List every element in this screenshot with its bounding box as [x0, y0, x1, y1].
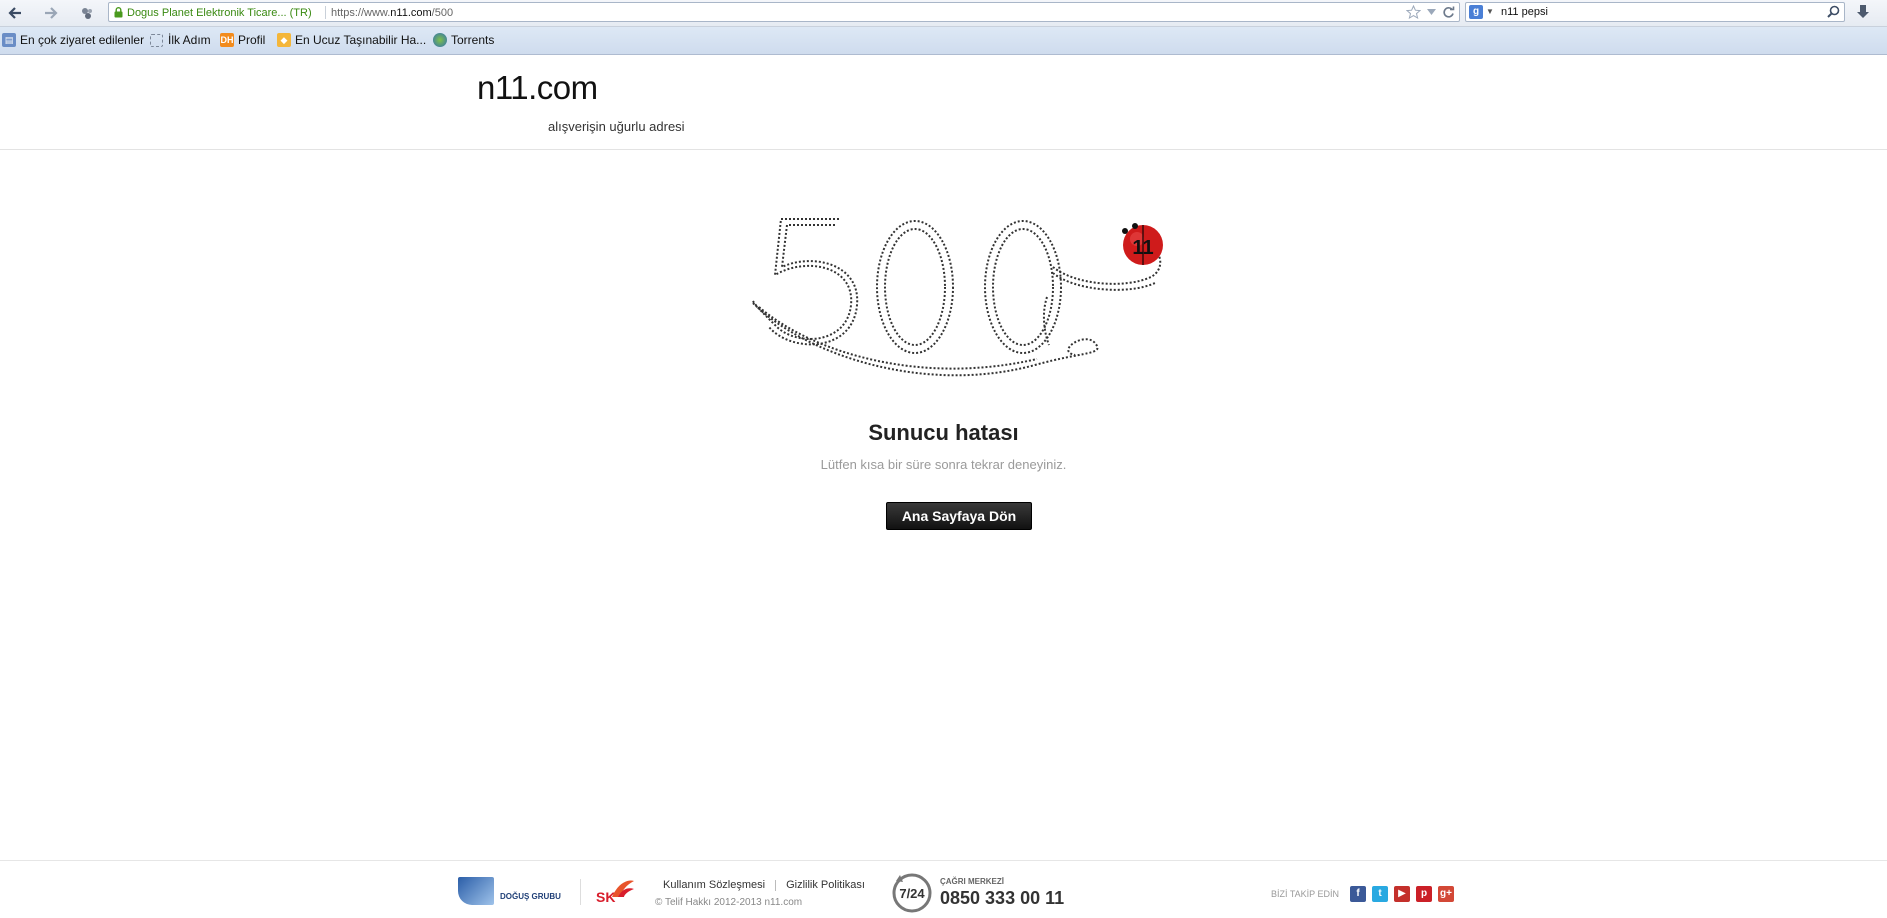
footer-links: Kullanım Sözleşmesi Gizlilik Politikası — [663, 879, 865, 891]
error-title: Sunucu hatası — [868, 420, 1019, 445]
bookmark-label: En Ucuz Taşınabilir Ha... — [295, 33, 427, 47]
ssl-identity-badge[interactable]: Dogus Planet Elektronik Ticare... (TR) — [113, 3, 312, 21]
browser-navbar: Dogus Planet Elektronik Ticare... (TR) h… — [0, 0, 1887, 27]
bookmark-label: Profil — [238, 33, 266, 47]
footer-divider — [580, 879, 581, 905]
dotted-500-digits — [752, 218, 1162, 377]
url-text[interactable]: https://www.n11.com/500 — [331, 3, 453, 23]
privacy-link[interactable]: Gizlilik Politikası — [786, 879, 865, 891]
youtube-icon[interactable]: ▶ — [1394, 886, 1410, 902]
call-center-hours: 7/24 — [899, 886, 925, 901]
bookmark-label: Torrents — [451, 33, 495, 47]
history-dropdown-icon[interactable] — [1427, 9, 1436, 15]
most-visited-icon: ▤ — [2, 33, 16, 47]
bookmark-cheap-portable[interactable]: ◆ En Ucuz Taşınabilir Ha... — [275, 27, 426, 54]
url-bar-icons — [1406, 3, 1455, 21]
n11-logo[interactable]: n11.com alışverişin uğurlu adresi — [477, 67, 717, 137]
ladybug-icon: 11 — [1122, 223, 1163, 265]
twitter-icon[interactable]: t — [1372, 886, 1388, 902]
back-arrow-icon — [8, 7, 21, 19]
call-center-phone[interactable]: 0850 333 00 11 — [940, 888, 1064, 909]
search-icon[interactable] — [1827, 5, 1840, 18]
forward-arrow-icon — [45, 7, 58, 19]
bookmark-profil[interactable]: DH Profil — [218, 27, 265, 54]
google-plus-icon[interactable]: g+ — [1438, 886, 1454, 902]
pinterest-icon[interactable]: p — [1416, 886, 1432, 902]
url-domain: n11.com — [390, 7, 432, 19]
first-step-icon — [150, 34, 163, 47]
reload-icon[interactable] — [1442, 6, 1455, 19]
dh-icon: DH — [220, 33, 234, 47]
bookmark-most-visited[interactable]: ▤ En çok ziyaret edilenler — [0, 27, 144, 54]
error-message: Lütfen kısa bir süre sonra tekrar deneyi… — [820, 457, 1067, 472]
lock-icon — [114, 7, 123, 18]
svg-text:11: 11 — [1132, 237, 1153, 259]
site-header: n11.com alışverişin uğurlu adresi — [0, 55, 1887, 150]
ssl-identity-text: Dogus Planet Elektronik Ticare... (TR) — [127, 7, 312, 19]
google-icon[interactable]: g — [1469, 5, 1483, 19]
bookmark-label: En çok ziyaret edilenler — [20, 33, 145, 47]
dogus-mark-icon — [458, 877, 494, 905]
copyright-text: © Telif Hakkı 2012-2013 n11.com — [655, 897, 803, 908]
link-separator — [775, 879, 777, 891]
bookmark-label: İlk Adım — [168, 33, 211, 47]
url-path: /500 — [431, 7, 454, 19]
addon-icon — [82, 8, 92, 19]
url-separator — [325, 6, 326, 19]
bookmark-star-icon[interactable] — [1406, 5, 1421, 19]
error-500-illustration: 11 — [752, 218, 1163, 377]
back-button[interactable] — [4, 3, 26, 23]
call-center-label: ÇAĞRI MERKEZİ — [940, 877, 1004, 886]
dogus-group-logo[interactable]: DOĞUŞ GRUBU — [458, 877, 563, 907]
terms-link[interactable]: Kullanım Sözleşmesi — [663, 879, 765, 891]
sk-wing-icon — [612, 880, 634, 897]
url-bar[interactable]: Dogus Planet Elektronik Ticare... (TR) h… — [108, 2, 1460, 22]
dogus-label: DOĞUŞ GRUBU — [500, 892, 561, 901]
logo-text: n11.com — [477, 69, 598, 106]
search-input[interactable]: n11 pepsi — [1501, 3, 1548, 21]
bookmarks-toolbar: ▤ En çok ziyaret edilenler İlk Adım DH P… — [0, 27, 1887, 55]
cheap-portable-icon: ◆ — [277, 33, 291, 47]
search-engine-dropdown-icon[interactable]: ▼ — [1486, 3, 1494, 21]
site-footer: DOĞUŞ GRUBU SK Kullanım Sözleşmesi Gizlil… — [0, 860, 1887, 918]
back-to-homepage-button[interactable]: Ana Sayfaya Dön — [886, 502, 1032, 530]
search-bar[interactable]: g ▼ n11 pepsi — [1465, 2, 1845, 22]
torrents-icon — [433, 33, 447, 47]
sk-logo[interactable]: SK — [596, 877, 636, 907]
follow-us-label: BİZİ TAKİP EDİN — [1271, 889, 1340, 899]
logo-tagline: alışverişin uğurlu adresi — [548, 119, 685, 134]
addon-button[interactable] — [76, 3, 98, 23]
bookmark-torrents[interactable]: Torrents — [431, 27, 494, 54]
facebook-icon[interactable]: f — [1350, 886, 1366, 902]
url-prefix: https://www. — [331, 7, 391, 19]
download-icon[interactable] — [1855, 4, 1871, 20]
call-center-ring-icon: 7/24 — [892, 873, 932, 913]
forward-button[interactable] — [40, 3, 62, 23]
bookmark-first-step[interactable]: İlk Adım — [148, 27, 211, 54]
